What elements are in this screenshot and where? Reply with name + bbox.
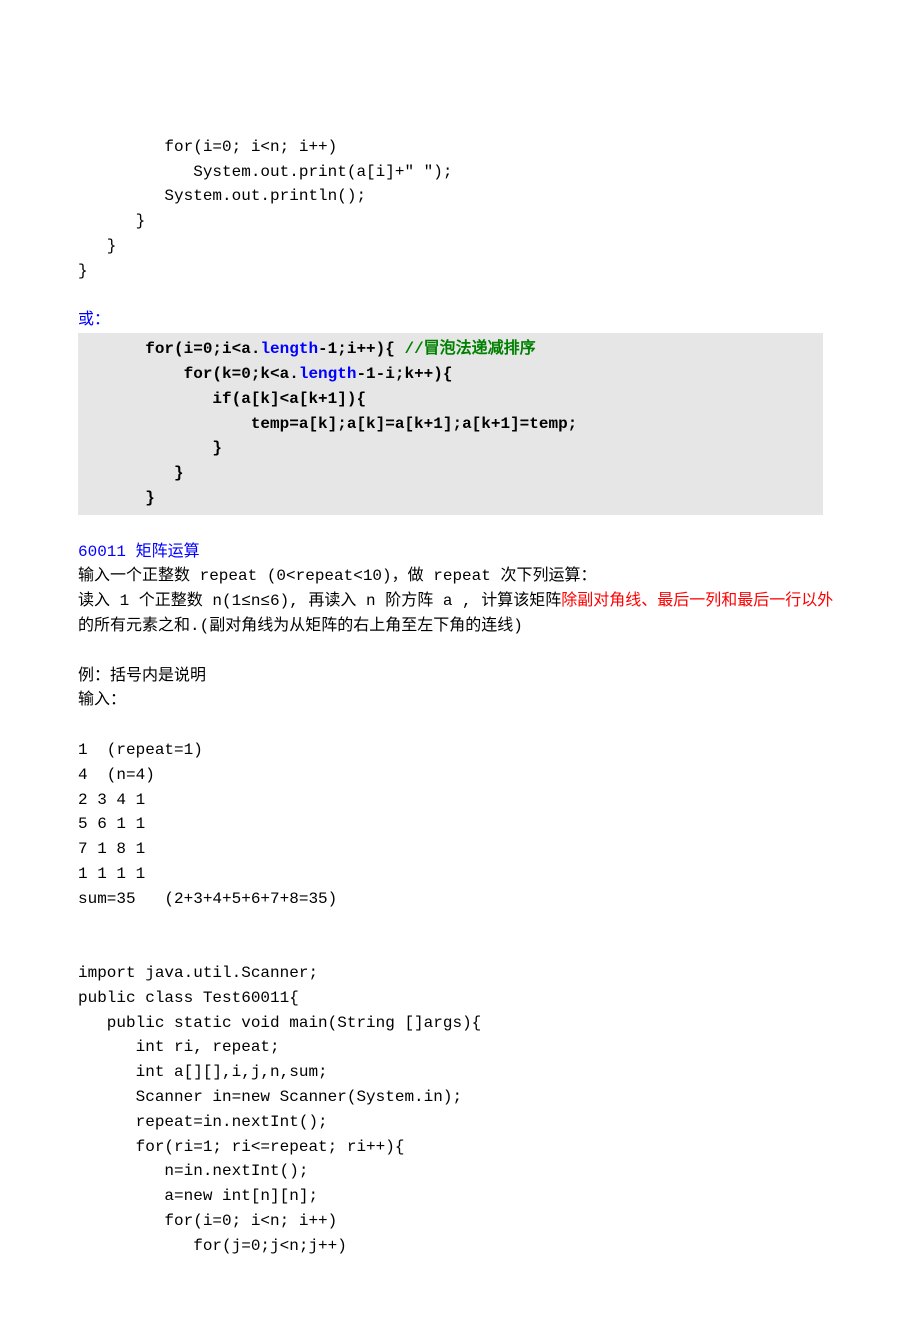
code-line: int a[][],i,j,n,sum; (78, 1063, 328, 1081)
description-p2: 读入 1 个正整数 n(1≤n≤6), 再读入 n 阶方阵 a , 计算该矩阵除… (78, 589, 842, 639)
keyword-length: length (260, 340, 318, 358)
code-line: } (78, 439, 222, 457)
desc-highlight: 除副对角线、最后一列和最后一行以外 (561, 592, 833, 610)
example-line: 1 1 1 1 (78, 865, 145, 883)
example-heading: 例：括号内是说明 (78, 664, 842, 689)
code-line: a=new int[n][n]; (78, 1187, 318, 1205)
code-line: for(i=0; i<n; i++) (78, 138, 337, 156)
code-line: int ri, repeat; (78, 1038, 280, 1056)
example-line: 5 6 1 1 (78, 815, 145, 833)
code-text: -1-i;k++){ (356, 365, 452, 383)
code-line: public static void main(String []args){ (78, 1014, 481, 1032)
code-line: for(i=0; i<n; i++) (78, 1212, 337, 1230)
description-p1: 输入一个正整数 repeat (0<repeat<10)，做 repeat 次下… (78, 564, 842, 589)
or-label: 或： (78, 308, 842, 333)
example-line: 1 (repeat=1) (78, 741, 203, 759)
code-block-bottom: import java.util.Scanner; public class T… (78, 936, 842, 1258)
example-line: sum=35 (2+3+4+5+6+7+8=35) (78, 890, 337, 908)
code-text: -1;i++){ (318, 340, 404, 358)
code-line: n=in.nextInt(); (78, 1162, 308, 1180)
code-line: Scanner in=new Scanner(System.in); (78, 1088, 462, 1106)
code-line: System.out.println(); (78, 187, 366, 205)
example-line: 4 (n=4) (78, 766, 155, 784)
code-line: } (78, 262, 88, 280)
example-line: 7 1 8 1 (78, 840, 145, 858)
code-line: temp=a[k];a[k]=a[k+1];a[k+1]=temp; (78, 415, 577, 433)
section-heading: 60011 矩阵运算 (78, 540, 842, 565)
comment: //冒泡法递减排序 (404, 340, 535, 358)
section-title-text: 矩阵运算 (126, 543, 200, 561)
code-block-shaded: for(i=0;i<a.length-1;i++){ //冒泡法递减排序 for… (78, 333, 823, 515)
code-line: } (78, 464, 184, 482)
example-input-label: 输入： (78, 688, 842, 713)
code-line: System.out.print(a[i]+" "); (78, 163, 452, 181)
code-line: import java.util.Scanner; (78, 964, 318, 982)
code-block-top: for(i=0; i<n; i++) System.out.print(a[i]… (78, 110, 842, 284)
example-data: 1 (repeat=1) 4 (n=4) 2 3 4 1 5 6 1 1 7 1… (78, 713, 842, 911)
code-line: for(i=0;i<a.length-1;i++){ //冒泡法递减排序 (78, 340, 536, 358)
code-line: if(a[k]<a[k+1]){ (78, 390, 366, 408)
desc-text: 读入 1 个正整数 n(1≤n≤6), 再读入 n 阶方阵 a , 计算该矩阵 (78, 592, 561, 610)
code-text: for(k=0;k<a. (78, 365, 299, 383)
desc-text: 的所有元素之和.(副对角线为从矩阵的右上角至左下角的连线) (78, 617, 523, 635)
code-line: } (78, 237, 116, 255)
code-line: } (78, 212, 145, 230)
code-line: public class Test60011{ (78, 989, 299, 1007)
example-line: 2 3 4 1 (78, 791, 145, 809)
code-line: for(ri=1; ri<=repeat; ri++){ (78, 1138, 404, 1156)
document-page: for(i=0; i<n; i++) System.out.print(a[i]… (0, 0, 920, 1339)
code-line: for(k=0;k<a.length-1-i;k++){ (78, 365, 452, 383)
code-text: for(i=0;i<a. (78, 340, 260, 358)
code-line: } (78, 489, 155, 507)
keyword-length: length (299, 365, 357, 383)
code-line: repeat=in.nextInt(); (78, 1113, 328, 1131)
section-id: 60011 (78, 543, 126, 561)
code-line: for(j=0;j<n;j++) (78, 1237, 347, 1255)
